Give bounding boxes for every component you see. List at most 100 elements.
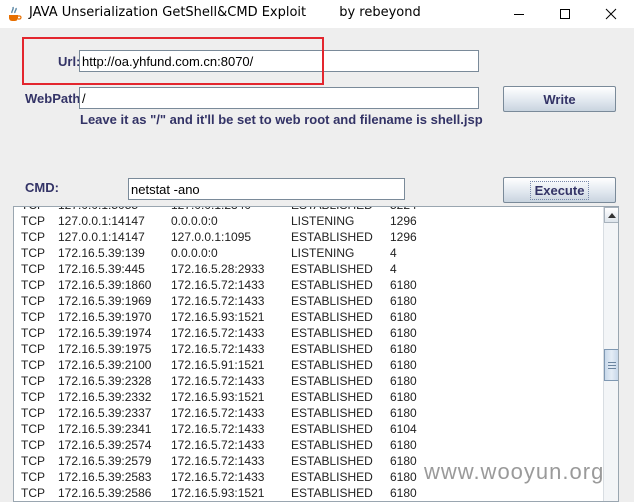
- app-window: JAVA Unserialization GetShell&CMD Exploi…: [0, 0, 634, 502]
- output-line: TCP 172.16.5.39:2586 172.16.5.93:1521 ESTAB…: [14, 485, 603, 501]
- window-title: JAVA Unserialization GetShell&CMD Exploi…: [29, 5, 421, 20]
- output-pid: 5224: [390, 207, 417, 212]
- output-state: ESTABLISHED: [291, 262, 373, 276]
- output-line: TCP 172.16.5.39:2328 172.16.5.72:1433 ESTAB…: [14, 373, 603, 389]
- output-foreign: 172.16.5.28:2933: [171, 262, 265, 276]
- output-state: ESTABLISHED: [291, 486, 373, 500]
- minimize-icon: [514, 14, 524, 15]
- output-local: 172.16.5.39:2100: [58, 358, 152, 372]
- output-foreign: 172.16.5.93:1521: [171, 390, 265, 404]
- output-proto: TCP: [21, 207, 45, 212]
- output-pid: 6180: [390, 310, 417, 324]
- output-proto: TCP: [21, 438, 45, 452]
- execute-button[interactable]: Execute: [503, 177, 616, 203]
- output-foreign: 172.16.5.72:1433: [171, 454, 265, 468]
- output-pid: 4: [390, 246, 397, 260]
- title-bar[interactable]: JAVA Unserialization GetShell&CMD Exploi…: [0, 0, 634, 28]
- content-panel: Url: http://oa.yhfund.com.cn:8070/ WebPa…: [0, 28, 634, 502]
- output-foreign: 172.16.5.91:1521: [171, 358, 265, 372]
- output-local: 172.16.5.39:2579: [58, 454, 152, 468]
- output-proto: TCP: [21, 246, 45, 260]
- output-line: TCP 172.16.5.39:1860 172.16.5.72:1433 ESTAB…: [14, 277, 603, 293]
- java-app-icon: [9, 6, 22, 21]
- write-button-label: Write: [543, 91, 576, 107]
- execute-button-label: Execute: [529, 180, 590, 200]
- output-local: 127.0.0.1:14147: [58, 214, 145, 228]
- output-pid: 1296: [390, 230, 417, 244]
- output-local: 172.16.5.39:1969: [58, 294, 152, 308]
- close-icon: [605, 8, 617, 20]
- output-state: ESTABLISHED: [291, 454, 373, 468]
- output-state: ESTABLISHED: [291, 326, 373, 340]
- output-foreign: 172.16.5.72:1433: [171, 470, 265, 484]
- output-proto: TCP: [21, 486, 45, 500]
- output-pid: 6180: [390, 326, 417, 340]
- output-state: ESTABLISHED: [291, 390, 373, 404]
- output-state: ESTABLISHED: [291, 230, 373, 244]
- output-pid: 6180: [390, 470, 417, 484]
- output-pid: 6180: [390, 438, 417, 452]
- output-local: 172.16.5.39:1860: [58, 278, 152, 292]
- output-state: ESTABLISHED: [291, 278, 373, 292]
- output-line: TCP 172.16.5.39:2574 172.16.5.72:1433 ESTAB…: [14, 437, 603, 453]
- output-proto: TCP: [21, 278, 45, 292]
- output-state: ESTABLISHED: [291, 422, 373, 436]
- output-local: 172.16.5.39:2583: [58, 470, 152, 484]
- maximize-icon: [560, 9, 570, 19]
- output-local: 172.16.5.39:2574: [58, 438, 152, 452]
- output-local: 172.16.5.39:2328: [58, 374, 152, 388]
- output-local: 172.16.5.39:1974: [58, 326, 152, 340]
- scroll-thumb[interactable]: [604, 349, 618, 381]
- output-pid: 6180: [390, 486, 417, 500]
- output-pid: 6180: [390, 374, 417, 388]
- output-proto: TCP: [21, 390, 45, 404]
- output-line: TCP 172.16.5.39:1969 172.16.5.72:1433 ESTAB…: [14, 293, 603, 309]
- output-line: TCP 172.16.5.39:1970 172.16.5.93:1521 ESTAB…: [14, 309, 603, 325]
- output-pid: 1296: [390, 214, 417, 228]
- cmd-input[interactable]: netstat -ano: [128, 178, 405, 200]
- output-proto: TCP: [21, 230, 45, 244]
- output-proto: TCP: [21, 454, 45, 468]
- output-line: TCP 172.16.5.39:445 172.16.5.28:2933 ESTABL…: [14, 261, 603, 277]
- output-pid: 6180: [390, 390, 417, 404]
- output-pid: 6104: [390, 422, 417, 436]
- output-foreign: 127.0.0.1:2340: [171, 207, 251, 212]
- output-proto: TCP: [21, 294, 45, 308]
- output-proto: TCP: [21, 262, 45, 276]
- output-line: TCP 172.16.5.39:139 0.0.0.0:0 LISTENING 4: [14, 245, 603, 261]
- output-pid: 4: [390, 262, 397, 276]
- output-proto: TCP: [21, 358, 45, 372]
- output-local: 172.16.5.39:2332: [58, 390, 152, 404]
- output-foreign: 172.16.5.93:1521: [171, 310, 265, 324]
- output-state: ESTABLISHED: [291, 342, 373, 356]
- url-highlight-box: [22, 37, 324, 85]
- command-output[interactable]: TCP 127.0.0.1:5055 127.0.0.1:2340 ESTABLISH…: [13, 206, 619, 502]
- output-pid: 6180: [390, 406, 417, 420]
- output-state: ESTABLISHED: [291, 438, 373, 452]
- output-local: 172.16.5.39:2586: [58, 486, 152, 500]
- output-line: TCP 172.16.5.39:2341 172.16.5.72:1433 ESTAB…: [14, 421, 603, 437]
- output-line: TCP 172.16.5.39:2100 172.16.5.91:1521 ESTAB…: [14, 357, 603, 373]
- minimize-button[interactable]: [496, 0, 542, 28]
- output-foreign: 0.0.0.0:0: [171, 246, 218, 260]
- output-foreign: 172.16.5.72:1433: [171, 342, 265, 356]
- output-foreign: 172.16.5.72:1433: [171, 406, 265, 420]
- output-line: TCP 127.0.0.1:14147 127.0.0.1:1095 ESTABLIS…: [14, 229, 603, 245]
- cmd-label: CMD:: [25, 180, 59, 195]
- output-proto: TCP: [21, 310, 45, 324]
- write-button[interactable]: Write: [503, 86, 616, 112]
- output-state: ESTABLISHED: [291, 470, 373, 484]
- output-lines: TCP 127.0.0.1:5055 127.0.0.1:2340 ESTABLISH…: [14, 207, 603, 501]
- output-line: TCP 172.16.5.39:2332 172.16.5.93:1521 ESTAB…: [14, 389, 603, 405]
- scroll-up-button[interactable]: [604, 207, 618, 223]
- webpath-input[interactable]: /: [79, 87, 479, 109]
- output-proto: TCP: [21, 214, 45, 228]
- close-button[interactable]: [588, 0, 634, 28]
- output-foreign: 172.16.5.72:1433: [171, 438, 265, 452]
- output-state: ESTABLISHED: [291, 358, 373, 372]
- maximize-button[interactable]: [542, 0, 588, 28]
- output-state: LISTENING: [291, 246, 355, 260]
- output-foreign: 172.16.5.72:1433: [171, 374, 265, 388]
- output-pid: 6180: [390, 342, 417, 356]
- output-scrollbar[interactable]: [603, 207, 618, 501]
